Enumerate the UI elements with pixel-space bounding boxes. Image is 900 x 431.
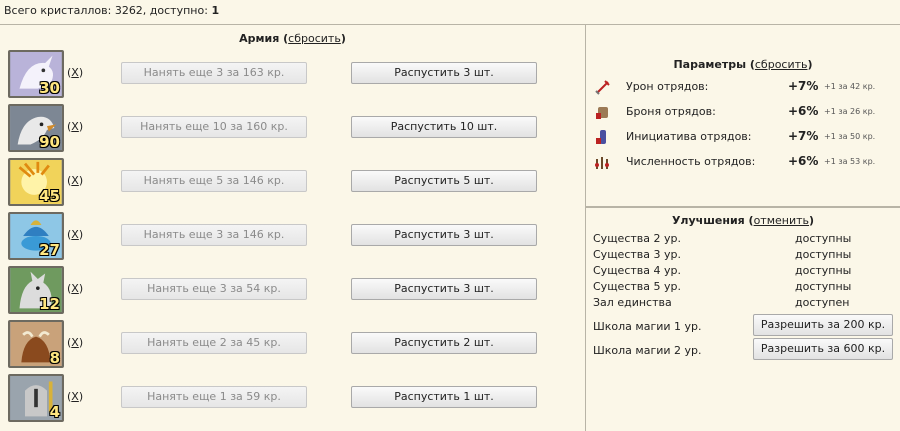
upgrade-row: Существа 5 ур. доступны [593,280,893,296]
unit-count: 45 [39,187,60,205]
param-label: Инициатива отрядов: [626,130,752,143]
unit-count: 4 [49,403,60,421]
unit-portrait[interactable]: 45 [8,158,64,206]
hire-button[interactable]: Нанять еще 3 за 54 кр. [121,278,307,300]
right-panel-divider [586,206,900,208]
troops-icon [595,157,609,169]
param-label: Броня отрядов: [626,105,716,118]
params-title: Параметры [673,58,747,71]
upgrades-cancel-link[interactable]: отменить [754,214,809,227]
unit-remove-link[interactable]: X [71,66,79,79]
unit-remove-link[interactable]: X [71,228,79,241]
hire-button[interactable]: Нанять еще 3 за 163 кр. [121,62,307,84]
upgrade-status: доступны [795,248,852,261]
unit-portrait[interactable]: 90 [8,104,64,152]
upgrade-row: Существа 4 ур. доступны [593,264,893,280]
dismiss-button[interactable]: Распустить 1 шт. [351,386,537,408]
unit-portrait[interactable]: 30 [8,50,64,98]
unit-row: 27 (X) Нанять еще 3 за 146 кр. Распустит… [0,212,585,260]
param-label: Численность отрядов: [626,155,756,168]
dismiss-button[interactable]: Распустить 3 шт. [351,224,537,246]
param-note: +1 за 50 кр. [824,132,876,141]
top-divider [0,24,900,25]
unit-remove-link[interactable]: X [71,174,79,187]
crystals-summary: Всего кристаллов: 3262, доступно: 1 [4,4,219,17]
unit-portrait[interactable]: 8 [8,320,64,368]
unit-count: 27 [39,241,60,259]
unit-portrait[interactable]: 12 [8,266,64,314]
unit-portrait[interactable]: 27 [8,212,64,260]
upgrade-row: Зал единства доступен [593,296,893,312]
param-row: Инициатива отрядов: +7% +1 за 50 кр. [586,126,900,148]
dismiss-button[interactable]: Распустить 3 шт. [351,62,537,84]
unit-count: 90 [39,133,60,151]
crystals-label: Всего кристаллов: 3262, доступно: [4,4,208,17]
allow-magic-button[interactable]: Разрешить за 200 кр. [753,314,893,336]
unit-remove-link[interactable]: X [71,282,79,295]
allow-magic-button[interactable]: Разрешить за 600 кр. [753,338,893,360]
crystals-available: 1 [211,4,220,17]
dismiss-button[interactable]: Распустить 3 шт. [351,278,537,300]
initiative-icon [596,130,606,144]
magic-school-row: Школа магии 2 ур. Разрешить за 600 кр. [593,338,893,360]
param-value: +6% [788,104,819,118]
army-reset-link[interactable]: сбросить [288,32,341,45]
magic-school-label: Школа магии 2 ур. [593,344,702,357]
hire-button[interactable]: Нанять еще 3 за 146 кр. [121,224,307,246]
upgrade-label: Существа 3 ур. [593,248,681,261]
unit-row: 4 (X) Нанять еще 1 за 59 кр. Распустить … [0,374,585,422]
magic-school-label: Школа магии 1 ур. [593,320,702,333]
upgrade-label: Зал единства [593,296,672,309]
unit-row: 8 (X) Нанять еще 2 за 45 кр. Распустить … [0,320,585,368]
param-note: +1 за 42 кр. [824,82,876,91]
upgrade-label: Существа 5 ур. [593,280,681,293]
army-header: Армия (сбросить) [239,32,346,45]
upgrade-label: Существа 4 ур. [593,264,681,277]
param-label: Урон отрядов: [626,80,709,93]
param-value: +7% [788,129,819,143]
unit-remove-link[interactable]: X [71,120,79,133]
upgrades-title: Улучшения [671,214,745,227]
hire-button[interactable]: Нанять еще 1 за 59 кр. [121,386,307,408]
upgrade-label: Существа 2 ур. [593,232,681,245]
hire-button[interactable]: Нанять еще 5 за 146 кр. [121,170,307,192]
dismiss-button[interactable]: Распустить 5 шт. [351,170,537,192]
param-note: +1 за 26 кр. [824,107,876,116]
upgrade-status: доступен [795,296,850,309]
param-row: Численность отрядов: +6% +1 за 53 кр. [586,151,900,173]
param-note: +1 за 53 кр. [824,157,876,166]
sword-icon [595,80,610,95]
upgrade-status: доступны [795,264,852,277]
unit-row: 90 (X) Нанять еще 10 за 160 кр. Распусти… [0,104,585,152]
unit-count: 12 [39,295,60,313]
dismiss-button[interactable]: Распустить 2 шт. [351,332,537,354]
upgrade-status: доступны [795,232,852,245]
dismiss-button[interactable]: Распустить 10 шт. [351,116,537,138]
unit-count: 8 [49,349,60,367]
params-header: Параметры (сбросить) [673,58,813,71]
upgrade-row: Существа 2 ур. доступны [593,232,893,248]
army-title: Армия [239,32,280,45]
params-reset-link[interactable]: сбросить [755,58,808,71]
unit-row: 12 (X) Нанять еще 3 за 54 кр. Распустить… [0,266,585,314]
param-row: Броня отрядов: +6% +1 за 26 кр. [586,101,900,123]
magic-school-row: Школа магии 1 ур. Разрешить за 200 кр. [593,314,893,336]
armor-icon [596,107,608,119]
hire-button[interactable]: Нанять еще 2 за 45 кр. [121,332,307,354]
unit-remove-link[interactable]: X [71,390,79,403]
param-value: +6% [788,154,819,168]
upgrade-status: доступны [795,280,852,293]
unit-row: 30 (X) Нанять еще 3 за 163 кр. Распустит… [0,50,585,98]
unit-row: 45 (X) Нанять еще 5 за 146 кр. Распустит… [0,158,585,206]
unit-portrait[interactable]: 4 [8,374,64,422]
param-value: +7% [788,79,819,93]
param-row: Урон отрядов: +7% +1 за 42 кр. [586,76,900,98]
upgrades-header: Улучшения (отменить) [671,214,815,227]
unit-count: 30 [39,79,60,97]
unit-remove-link[interactable]: X [71,336,79,349]
upgrade-row: Существа 3 ур. доступны [593,248,893,264]
hire-button[interactable]: Нанять еще 10 за 160 кр. [121,116,307,138]
